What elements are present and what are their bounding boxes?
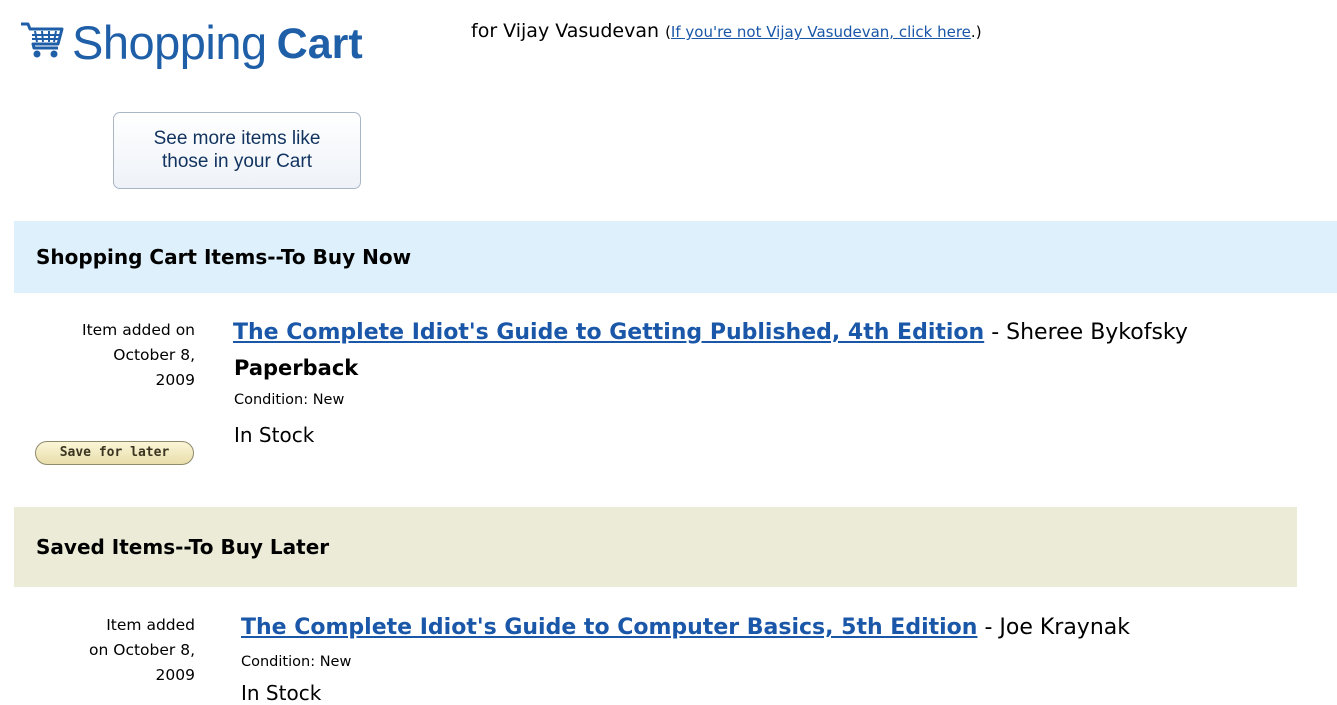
user-name-text: for Vijay Vasudevan (471, 20, 660, 42)
saved-item-title-link[interactable]: The Complete Idiot's Guide to Computer B… (241, 615, 977, 640)
not-you-link[interactable]: If you're not Vijay Vasudevan, click her… (671, 23, 971, 41)
cart-item-author: - Sheree Bykofsky (984, 320, 1188, 345)
saved-item-stock-status: In Stock (241, 681, 322, 705)
shopping-cart-icon (21, 22, 64, 58)
saved-section-title: Saved Items--To Buy Later (36, 535, 330, 559)
cart-item-title-line: The Complete Idiot's Guide to Getting Pu… (233, 320, 1188, 345)
saved-item-title-line: The Complete Idiot's Guide to Computer B… (241, 615, 1130, 640)
cart-item-stock-status: In Stock (234, 423, 315, 447)
saved-item-author: - Joe Kraynak (977, 615, 1130, 640)
page-title-cart: Cart (276, 20, 363, 68)
saved-section-header: Saved Items--To Buy Later (14, 507, 1297, 587)
not-you-notice: (If you're not Vijay Vasudevan, click he… (665, 23, 982, 41)
page-header: Shopping Cart (20, 6, 363, 66)
saved-item-added-date: Item added on October 8, 2009 (89, 616, 195, 684)
see-more-items-button[interactable]: See more items like those in your Cart (113, 112, 361, 189)
cart-item-title-link[interactable]: The Complete Idiot's Guide to Getting Pu… (233, 320, 984, 345)
saved-item-condition: Condition: New (241, 654, 352, 670)
cart-item-added-date: Item added on October 8, 2009 (82, 321, 195, 389)
save-for-later-button[interactable]: Save for later (35, 441, 194, 465)
see-more-line2: those in your Cart (162, 151, 312, 172)
cart-section-title: Shopping Cart Items--To Buy Now (36, 245, 412, 269)
see-more-line1: See more items like (153, 128, 321, 149)
cart-item-condition: Condition: New (234, 392, 345, 408)
cart-item-format: Paperback (234, 356, 359, 380)
cart-section-header: Shopping Cart Items--To Buy Now (14, 221, 1337, 293)
page-title-shopping: Shopping (72, 16, 267, 69)
user-greeting: for Vijay Vasudevan (If you're not Vijay… (471, 20, 982, 42)
